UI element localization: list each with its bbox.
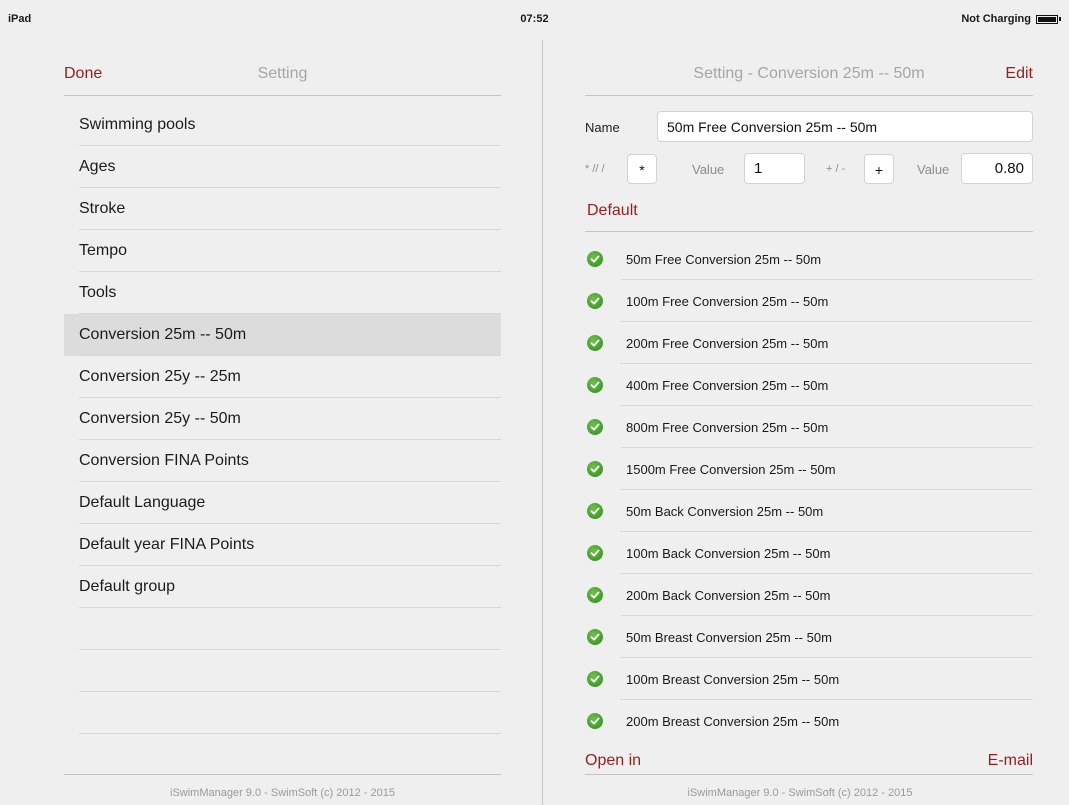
settings-menu-item[interactable]: Conversion 25y -- 25m	[64, 356, 501, 398]
right-footer-divider	[585, 774, 1033, 775]
conversion-label: 800m Free Conversion 25m -- 50m	[626, 420, 829, 435]
settings-menu-item[interactable]: Swimming pools	[64, 104, 501, 146]
battery-icon	[1036, 14, 1058, 24]
multiply-divide-label: * // /	[585, 163, 605, 175]
split-divider	[542, 40, 543, 805]
left-footer-divider	[64, 774, 501, 775]
row-separator	[79, 733, 501, 734]
conversion-label: 100m Back Conversion 25m -- 50m	[626, 546, 831, 561]
settings-menu-item[interactable]: Tools	[64, 272, 501, 314]
name-input[interactable]	[657, 111, 1033, 142]
name-label: Name	[585, 120, 620, 135]
conversion-list-item[interactable]: 200m Back Conversion 25m -- 50m	[585, 574, 1033, 616]
menu-item-label: Conversion 25m -- 50m	[79, 326, 247, 343]
conversion-list-item[interactable]: 1500m Free Conversion 25m -- 50m	[585, 448, 1033, 490]
conversion-list-item[interactable]: 50m Back Conversion 25m -- 50m	[585, 490, 1033, 532]
settings-menu-item[interactable]: Conversion 25y -- 50m	[64, 398, 501, 440]
conversion-list-item[interactable]: 400m Free Conversion 25m -- 50m	[585, 364, 1033, 406]
plus-minus-label: + / -	[826, 163, 846, 175]
value2-input[interactable]	[961, 153, 1033, 184]
check-icon	[587, 671, 603, 687]
conversion-list-item[interactable]: 50m Breast Conversion 25m -- 50m	[585, 616, 1033, 658]
settings-menu-item[interactable]: Default year FINA Points	[64, 524, 501, 566]
check-icon	[587, 713, 603, 729]
conversion-label: 200m Free Conversion 25m -- 50m	[626, 336, 829, 351]
settings-menu-item[interactable]: Default Language	[64, 482, 501, 524]
empty-row	[64, 608, 501, 650]
check-icon	[587, 587, 603, 603]
check-icon	[587, 251, 603, 267]
check-icon	[587, 503, 603, 519]
settings-menu-item[interactable]: Tempo	[64, 230, 501, 272]
settings-menu-item[interactable]: Ages	[64, 146, 501, 188]
settings-menu-item[interactable]: Conversion FINA Points	[64, 440, 501, 482]
left-footer-text: iSwimManager 9.0 - SwimSoft (c) 2012 - 2…	[170, 787, 395, 799]
menu-item-label: Default group	[79, 578, 176, 595]
menu-item-label: Ages	[79, 158, 116, 175]
conversion-list-item[interactable]: 800m Free Conversion 25m -- 50m	[585, 406, 1033, 448]
conversion-detail-panel: Setting - Conversion 25m -- 50m Edit Nam…	[585, 40, 1033, 805]
menu-item-label: Conversion 25y -- 25m	[79, 368, 241, 385]
check-icon	[587, 419, 603, 435]
battery-nub	[1059, 17, 1061, 21]
open-in-button[interactable]: Open in	[585, 752, 641, 770]
value1-label: Value	[692, 162, 725, 177]
settings-menu-item[interactable]: Stroke	[64, 188, 501, 230]
check-icon	[587, 293, 603, 309]
empty-row	[64, 692, 501, 734]
plus-operator-button[interactable]: +	[864, 154, 894, 184]
conversion-list-item[interactable]: 50m Free Conversion 25m -- 50m	[585, 238, 1033, 280]
conversion-label: 50m Free Conversion 25m -- 50m	[626, 252, 822, 267]
menu-item-label: Stroke	[79, 200, 126, 217]
battery-status: Not Charging	[961, 13, 1061, 25]
settings-master-panel: Done Setting Swimming pools Ages Stroke Tem…	[64, 40, 501, 805]
menu-item-label: Swimming pools	[79, 116, 196, 133]
conversion-label: 100m Breast Conversion 25m -- 50m	[626, 672, 840, 687]
check-icon	[587, 545, 603, 561]
conversion-label: 1500m Free Conversion 25m -- 50m	[626, 462, 836, 477]
check-icon	[587, 461, 603, 477]
right-footer-text: iSwimManager 9.0 - SwimSoft (c) 2012 - 2…	[687, 787, 913, 799]
default-button[interactable]: Default	[587, 202, 638, 220]
value2-label: Value	[917, 162, 950, 177]
battery-text: Not Charging	[961, 13, 1031, 25]
left-nav-bar: Done Setting	[64, 40, 501, 96]
conversion-label: 50m Back Conversion 25m -- 50m	[626, 504, 824, 519]
conversion-label: 100m Free Conversion 25m -- 50m	[626, 294, 829, 309]
conversion-list-item[interactable]: 100m Back Conversion 25m -- 50m	[585, 532, 1033, 574]
status-bar: iPad 07:52 Not Charging	[0, 0, 1069, 36]
conversion-list-item[interactable]: 100m Breast Conversion 25m -- 50m	[585, 658, 1033, 700]
left-nav-title: Setting	[257, 65, 308, 82]
conversion-label: 400m Free Conversion 25m -- 50m	[626, 378, 829, 393]
multiply-operator-button[interactable]: *	[627, 154, 657, 184]
menu-item-label: Default year FINA Points	[79, 536, 255, 553]
empty-row	[64, 650, 501, 692]
menu-item-label: Conversion FINA Points	[79, 452, 249, 469]
conversion-list-item[interactable]: 200m Free Conversion 25m -- 50m	[585, 322, 1033, 364]
value1-input[interactable]	[744, 153, 805, 184]
settings-menu-item[interactable]: Default group	[64, 566, 501, 608]
email-button[interactable]: E-mail	[988, 752, 1033, 770]
check-icon	[587, 377, 603, 393]
menu-item-label: Tools	[79, 284, 117, 301]
conversion-list: 50m Free Conversion 25m -- 50m 100m Free …	[585, 238, 1033, 742]
settings-menu: Swimming pools Ages Stroke Tempo Tools Conver…	[64, 104, 501, 734]
conversion-label: 200m Breast Conversion 25m -- 50m	[626, 714, 840, 729]
menu-item-label: Default Language	[79, 494, 206, 511]
right-nav-bar: Setting - Conversion 25m -- 50m Edit	[585, 40, 1033, 96]
conversion-list-item[interactable]: 100m Free Conversion 25m -- 50m	[585, 280, 1033, 322]
menu-item-label: Conversion 25y -- 50m	[79, 410, 241, 427]
menu-item-label: Tempo	[79, 242, 128, 259]
edit-button[interactable]: Edit	[1005, 65, 1033, 83]
check-icon	[587, 629, 603, 645]
clock: 07:52	[520, 13, 549, 25]
conversion-list-item[interactable]: 200m Breast Conversion 25m -- 50m	[585, 700, 1033, 742]
check-icon	[587, 335, 603, 351]
conversion-label: 200m Back Conversion 25m -- 50m	[626, 588, 831, 603]
conversion-label: 50m Breast Conversion 25m -- 50m	[626, 630, 832, 645]
right-nav-title: Setting - Conversion 25m -- 50m	[693, 65, 925, 82]
settings-menu-item[interactable]: Conversion 25m -- 50m	[64, 314, 501, 356]
list-top-divider	[585, 231, 1033, 232]
